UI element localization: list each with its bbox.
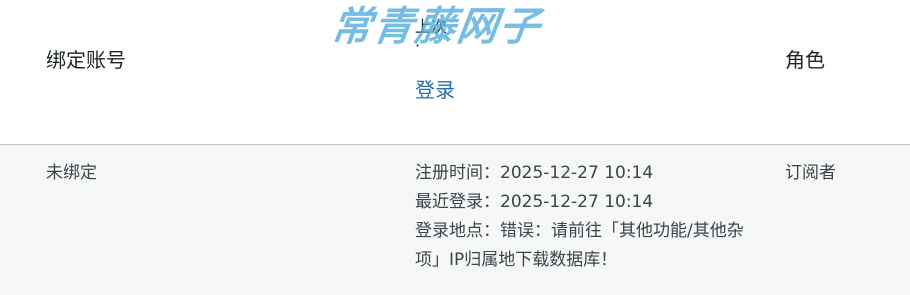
column-header-bound-account: 绑定账号 [46, 48, 126, 72]
login-separator-dot: · [415, 36, 421, 55]
login-column-heading: 上次 [415, 17, 448, 36]
login-info-cell: 注册时间：2025-12-27 10:14 最近登录：2025-12-27 10… [415, 159, 755, 275]
column-header-role: 角色 [785, 48, 825, 72]
table-row: 未绑定 注册时间：2025-12-27 10:14 最近登录：2025-12-2… [0, 145, 910, 295]
login-link[interactable]: 登录 [415, 76, 455, 104]
bound-account-value: 未绑定 [46, 163, 97, 183]
login-location: 登录地点：错误：请前往「其他功能/其他杂项」IP归属地下载数据库！ [415, 221, 744, 270]
user-info-table: 绑定账号 上次 · 登录 角色 未绑定 注册时间：2025-12-27 10:1… [0, 0, 910, 295]
role-value: 订阅者 [785, 163, 836, 183]
column-header-login: 上次 · 登录 [415, 16, 755, 104]
table-header-row: 绑定账号 上次 · 登录 角色 [0, 0, 910, 145]
last-login-time: 最近登录：2025-12-27 10:14 [415, 192, 654, 212]
registered-time: 注册时间：2025-12-27 10:14 [415, 163, 654, 183]
